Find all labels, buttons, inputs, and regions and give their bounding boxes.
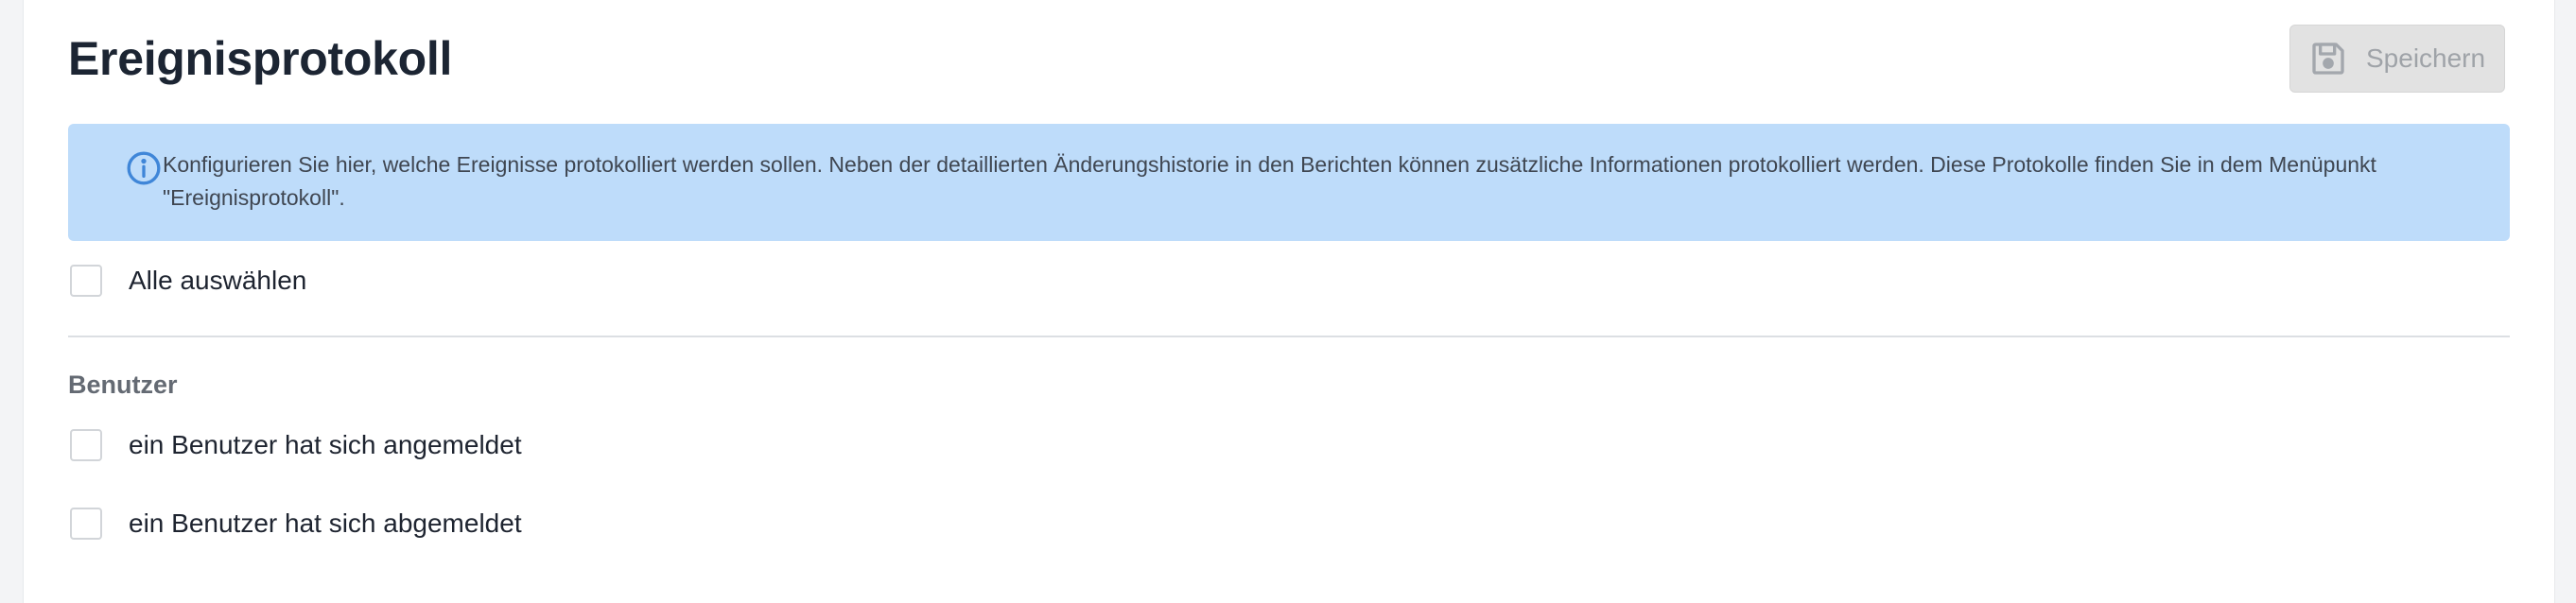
save-button[interactable]: Speichern — [2289, 25, 2505, 93]
select-all-row[interactable]: Alle auswählen — [70, 265, 306, 297]
event-option-label: ein Benutzer hat sich abgemeldet — [129, 508, 522, 538]
select-all-label: Alle auswählen — [129, 266, 307, 295]
checkbox-login[interactable] — [70, 429, 102, 461]
info-banner: Konfigurieren Sie hier, welche Ereigniss… — [68, 124, 2510, 241]
info-text: Konfigurieren Sie hier, welche Ereigniss… — [163, 152, 2376, 210]
event-option-label: ein Benutzer hat sich angemeldet — [129, 430, 522, 459]
floppy-disk-icon — [2309, 40, 2347, 78]
page-title: Ereignisprotokoll — [68, 32, 453, 85]
save-button-label: Speichern — [2366, 43, 2486, 73]
section-title-benutzer: Benutzer — [68, 370, 178, 399]
checkbox-logout[interactable] — [70, 508, 102, 540]
settings-panel: Ereignisprotokoll Speichern Konfiguriere… — [23, 0, 2555, 603]
event-option-logout[interactable]: ein Benutzer hat sich abgemeldet — [70, 508, 522, 540]
divider — [68, 336, 2510, 337]
event-option-login[interactable]: ein Benutzer hat sich angemeldet — [70, 429, 522, 461]
select-all-checkbox[interactable] — [70, 265, 102, 297]
info-circle-icon — [125, 149, 163, 187]
